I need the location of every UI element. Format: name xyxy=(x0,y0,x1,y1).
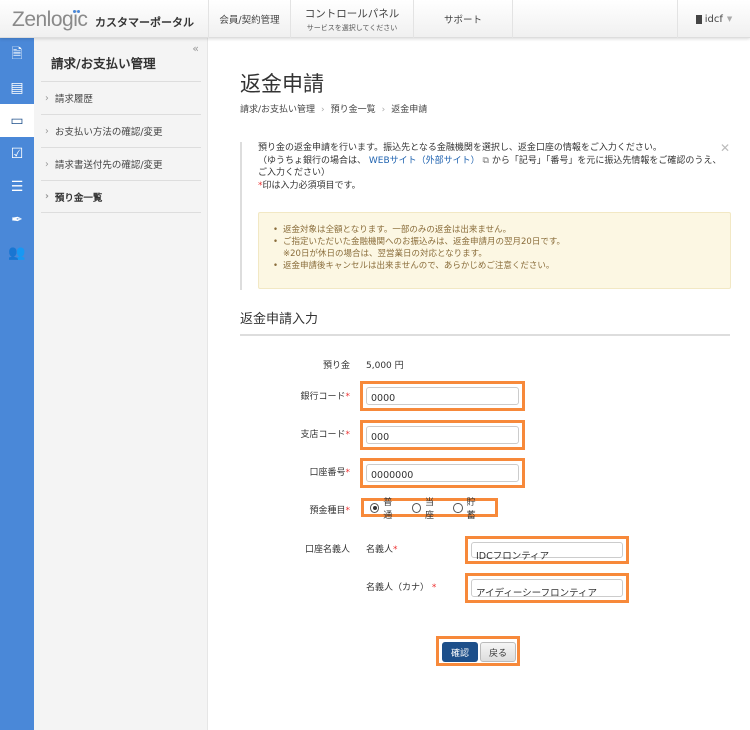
users-icon[interactable]: 👥 xyxy=(0,236,34,269)
bank-code-label: 銀行コード* xyxy=(300,392,350,402)
sidebar-item-payment-method[interactable]: › お支払い方法の確認/変更 xyxy=(41,114,201,147)
page-title: 返金申請 xyxy=(240,72,324,96)
user-menu[interactable]: idcf ▼ xyxy=(678,0,750,38)
sidebar-item-billing-history[interactable]: › 請求履歴 xyxy=(41,81,201,114)
checkbox-icon[interactable]: ☑ xyxy=(0,137,34,170)
icon-sidebar: 🗎 ▤ ▭ ☑ ☰ ✒ 👥 xyxy=(0,38,34,730)
holder-kana-highlight: アイディーシーフロンティア xyxy=(465,573,629,603)
confirm-button[interactable]: 確認 xyxy=(442,642,478,662)
radio-current[interactable]: 当座 xyxy=(411,495,442,521)
portal-title: カスタマーポータル xyxy=(95,16,194,29)
server-icon[interactable]: ☰ xyxy=(0,170,34,203)
chevron-right-icon: › xyxy=(381,105,386,115)
nav-membership[interactable]: 会員/契約管理 xyxy=(208,0,290,38)
chevron-right-icon: › xyxy=(45,158,49,170)
contact-card-icon[interactable]: ▤ xyxy=(0,71,34,104)
sidebar-item-invoice-address[interactable]: › 請求書送付先の確認/変更 xyxy=(41,147,201,180)
warning-box: 返金対象は全額となります。一部のみの返金は出来ません。 ご指定いただいた金融機関… xyxy=(258,212,731,289)
sidebar-item-label: 預り金一覧 xyxy=(54,192,103,204)
radio-checked-icon xyxy=(370,503,380,513)
document-icon[interactable]: 🗎 xyxy=(0,38,34,71)
radio-label: 貯蓄 xyxy=(466,498,476,521)
nav-sublabel: サービスを選択してください xyxy=(306,23,398,32)
account-number-input[interactable]: 0000000 xyxy=(366,464,519,482)
external-site-link[interactable]: WEBサイト（外部サイト） xyxy=(369,156,480,166)
info-text: 預り金の返金申請を行います。振込先となる金融機関を選択し、返金口座の情報をご入力… xyxy=(258,143,662,153)
holder-name-label: 名義人* xyxy=(366,545,398,555)
breadcrumb-current: 返金申請 xyxy=(391,105,428,115)
sidebar-item-label: お支払い方法の確認/変更 xyxy=(54,127,163,138)
breadcrumb: 請求/お支払い管理 › 預り金一覧 › 返金申請 xyxy=(240,102,427,115)
account-holder-label: 口座名義人 xyxy=(304,545,350,555)
sub-sidebar: « 請求/お支払い管理 › 請求履歴 › お支払い方法の確認/変更 › 請求書送付先の… xyxy=(34,38,208,730)
warning-item: 返金申請後キャンセルは出来ませんので、あらかじめご注意ください。 xyxy=(273,260,730,272)
chevron-right-icon: › xyxy=(45,92,49,104)
radio-savings[interactable]: 貯蓄 xyxy=(453,495,483,521)
user-name: idcf xyxy=(704,13,723,25)
deposit-value: 5,000 円 xyxy=(366,361,404,371)
nav-label: コントロールパネル xyxy=(304,7,400,20)
nav-empty xyxy=(512,0,678,38)
sidebar-title: 請求/お支払い管理 xyxy=(51,56,156,71)
deposit-label: 預り金 xyxy=(322,361,350,371)
holder-kana-input[interactable]: アイディーシーフロンティア xyxy=(471,579,623,599)
sidebar-item-label: 請求書送付先の確認/変更 xyxy=(54,160,163,171)
warning-item: 返金対象は全額となります。一部のみの返金は出来ません。 xyxy=(273,224,730,236)
top-header: Zenlogic カスタマーポータル 会員/契約管理 コントロールパネル サービス… xyxy=(0,0,750,38)
holder-kana-label: 名義人（カナ） * xyxy=(366,583,437,593)
user-icon xyxy=(695,14,702,24)
radio-label: 当座 xyxy=(424,498,434,521)
account-number-label: 口座番号* xyxy=(309,468,350,478)
warning-item: ※20日が休日の場合は、翌営業日の対応となります。 xyxy=(283,249,487,259)
branch-code-input[interactable]: 000 xyxy=(366,426,519,444)
info-message: ✕ 預り金の返金申請を行います。振込先となる金融機関を選択し、返金口座の情報をご… xyxy=(240,142,731,290)
close-icon[interactable]: ✕ xyxy=(720,142,730,155)
account-number-highlight: 0000000 xyxy=(360,458,525,488)
billing-icon[interactable]: ▭ xyxy=(0,104,34,137)
branch-code-highlight: 000 xyxy=(360,420,525,450)
chevron-down-icon: ▼ xyxy=(726,15,733,23)
chevron-right-icon: › xyxy=(321,105,325,115)
breadcrumb-link[interactable]: 請求/お支払い管理 xyxy=(240,105,315,115)
breadcrumb-link[interactable]: 預り金一覧 xyxy=(331,105,376,115)
required-note: 印は入力必須項目です。 xyxy=(262,180,361,191)
back-button[interactable]: 戻る xyxy=(480,642,516,662)
nav-label: サポート xyxy=(443,15,482,26)
radio-ordinary[interactable]: 普通 xyxy=(370,495,400,521)
sidebar-item-deposits[interactable]: › 預り金一覧 xyxy=(41,180,201,213)
chevron-right-icon: › xyxy=(45,125,49,137)
deposit-type-radio-group: 普通 当座 貯蓄 xyxy=(361,498,498,521)
nav-support[interactable]: サポート xyxy=(413,0,512,38)
external-link-icon: ⧉ xyxy=(482,155,489,166)
collapse-icon[interactable]: « xyxy=(192,42,199,55)
sidebar-item-label: 請求履歴 xyxy=(54,94,93,105)
nav-control-panel[interactable]: コントロールパネルサービスを選択してください xyxy=(290,0,413,38)
bank-code-highlight: 0000 xyxy=(360,381,525,411)
deposit-type-label: 預金種目* xyxy=(309,506,350,516)
radio-unchecked-icon xyxy=(411,503,421,513)
holder-name-highlight: IDCフロンティア xyxy=(465,536,629,564)
radio-unchecked-icon xyxy=(453,503,463,513)
warning-item: ご指定いただいた金融機関へのお振込みは、返金申請月の翌月20日です。 xyxy=(273,236,730,248)
nav-label: 会員/契約管理 xyxy=(219,15,280,26)
radio-label: 普通 xyxy=(383,498,393,521)
chevron-right-icon: › xyxy=(45,191,49,202)
section-title: 返金申請入力 xyxy=(240,308,730,336)
logo-dots xyxy=(73,5,83,13)
info-text: （ゆうちょ銀行の場合は、 xyxy=(258,155,367,166)
main-content: 返金申請 請求/お支払い管理 › 預り金一覧 › 返金申請 ✕ 預り金の返金申請を行いま… xyxy=(208,38,750,730)
holder-name-input[interactable]: IDCフロンティア xyxy=(471,542,623,562)
bank-code-input[interactable]: 0000 xyxy=(366,387,519,405)
buttons-highlight: 確認 戻る xyxy=(436,636,520,666)
pen-icon[interactable]: ✒ xyxy=(0,203,34,236)
branch-code-label: 支店コード* xyxy=(300,430,350,440)
